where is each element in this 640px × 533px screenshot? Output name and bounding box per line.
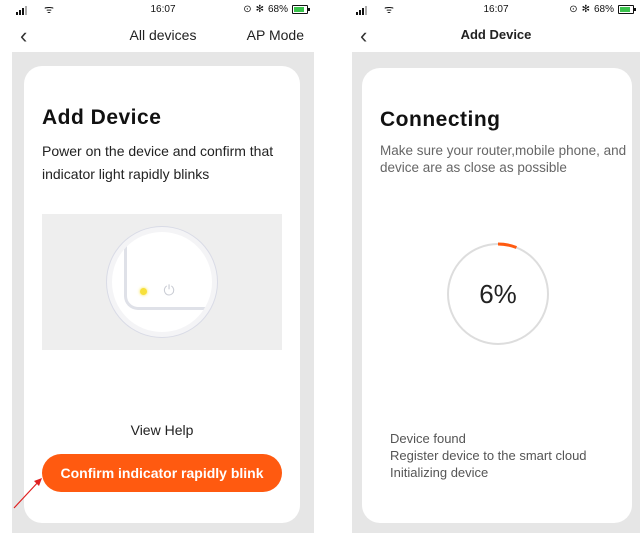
add-device-screen: ᯤ 16:07 ⊙ ✻ 68% ‹ All devices AP Mode Ad… <box>12 0 314 533</box>
battery-icon <box>618 5 636 14</box>
connection-step: Device found <box>390 431 466 446</box>
indicator-light-icon <box>140 288 147 295</box>
connecting-screen: ᯤ 16:07 ⊙ ✻ 68% ‹ Add Device Connecting … <box>352 0 640 533</box>
red-arrow-annotation-icon <box>13 478 42 509</box>
magnifier-circle: ⏻ <box>112 232 212 332</box>
bluetooth-icon: ✻ <box>581 4 590 15</box>
battery-percent: 68% <box>267 4 288 15</box>
bluetooth-icon: ✻ <box>255 4 264 15</box>
status-bar: ᯤ 16:07 ⊙ ✻ 68% <box>12 0 314 20</box>
page-title: Add Device <box>42 106 162 129</box>
connection-step: Initializing device <box>390 465 489 480</box>
power-icon: ⏻ <box>163 282 175 298</box>
content-background: Connecting Make sure your router,mobile … <box>352 52 640 533</box>
connection-step: Register device to the smart cloud <box>390 448 587 463</box>
ap-mode-button[interactable]: AP Mode <box>247 27 304 43</box>
nav-bar: ‹ All devices AP Mode <box>12 20 314 52</box>
page-title: Connecting <box>380 108 501 131</box>
status-bar: ᯤ 16:07 ⊙ ✻ 68% <box>352 0 640 20</box>
alarm-icon: ⊙ <box>569 4 578 15</box>
nav-bar: ‹ Add Device <box>352 20 640 52</box>
connecting-card: Connecting Make sure your router,mobile … <box>362 68 632 523</box>
battery-icon <box>292 5 310 14</box>
view-help-link[interactable]: View Help <box>24 422 300 438</box>
device-illustration: ⏻ <box>42 214 282 350</box>
instruction-text: Power on the device and confirm that ind… <box>42 143 274 182</box>
battery-percent: 68% <box>593 4 614 15</box>
progress-percent: 6% <box>479 279 517 309</box>
nav-title: Add Device <box>460 27 532 42</box>
confirm-blink-button[interactable]: Confirm indicator rapidly blink <box>42 454 282 492</box>
connecting-hint: Make sure your router,mobile phone, and … <box>380 143 627 175</box>
connection-steps: Device found Register device to the smart… <box>390 430 587 481</box>
instruction-card: Add Device Power on the device and confi… <box>24 66 300 523</box>
content-background: Add Device Power on the device and confi… <box>12 52 314 533</box>
alarm-icon: ⊙ <box>243 4 252 15</box>
